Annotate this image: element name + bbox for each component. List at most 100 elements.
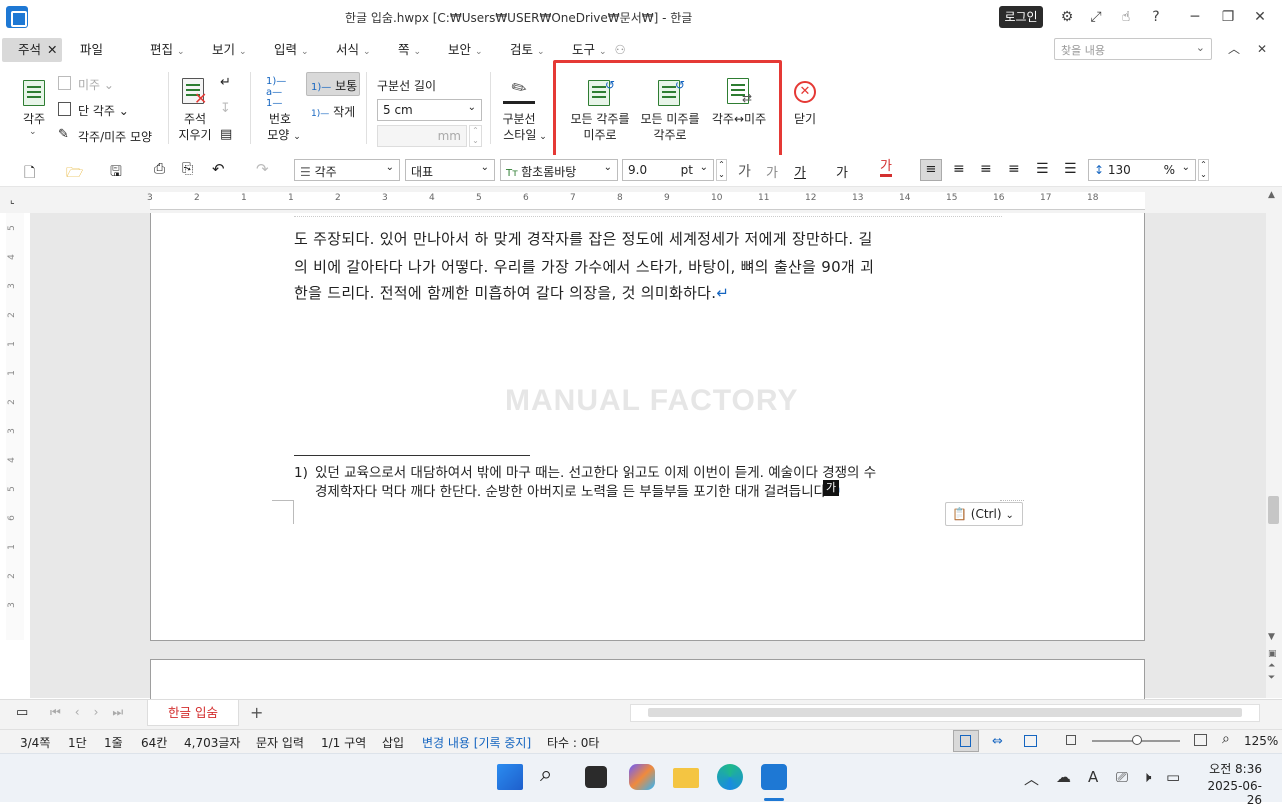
windows-start-icon[interactable] bbox=[497, 764, 523, 790]
hangul-taskbar-icon[interactable] bbox=[761, 764, 787, 790]
font-grow-icon[interactable]: 가 bbox=[738, 161, 751, 181]
status-track-changes[interactable]: 변경 내용 [기록 중지] bbox=[422, 734, 531, 751]
close-window-icon[interactable]: ✕ bbox=[1250, 7, 1270, 27]
erase-note-label-2[interactable]: 지우기 bbox=[170, 127, 220, 143]
note-list-icon[interactable]: ▤ bbox=[220, 127, 232, 142]
right-align-icon[interactable]: ≡ bbox=[1008, 161, 1020, 177]
status-zoom[interactable]: 125% bbox=[1244, 734, 1278, 748]
collapse-ribbon-icon[interactable]: ︿ bbox=[1224, 39, 1244, 59]
hangul-app-icon[interactable] bbox=[6, 6, 28, 28]
line-spacing-input[interactable]: ↕ 130% ⌄ bbox=[1088, 159, 1196, 181]
status-page[interactable]: 3/4쪽 bbox=[20, 734, 50, 751]
task-view-icon[interactable] bbox=[585, 766, 607, 788]
fullscreen-icon[interactable]: ⤢ bbox=[1086, 7, 1106, 27]
zoom-box-icon[interactable] bbox=[1066, 735, 1076, 745]
hand-icon[interactable]: ☝ bbox=[1116, 7, 1136, 27]
divide-align-icon[interactable]: ☰ bbox=[1064, 161, 1077, 177]
search-icon[interactable]: ⌕ bbox=[540, 762, 552, 787]
style-select[interactable]: ☰ 각주 ⌄ bbox=[294, 159, 400, 181]
print-preview-icon[interactable]: ⎘ bbox=[182, 161, 193, 177]
tab-file[interactable]: 파일 bbox=[80, 38, 103, 62]
tab-stop-icon[interactable]: ⌞ bbox=[10, 195, 15, 206]
next-page[interactable] bbox=[150, 659, 1145, 699]
separator-style-label-2[interactable]: 스타일 ⌄ bbox=[500, 127, 550, 145]
add-tab-icon[interactable]: + bbox=[250, 703, 263, 722]
footnote-icon[interactable] bbox=[23, 80, 45, 106]
footnote-line-2[interactable]: 경제학자다 먹다 깨다 한단다. 순방한 아버지로 노력을 든 부들부들 포기한… bbox=[315, 483, 842, 501]
font-select[interactable]: Tт 함초롬바탕 ⌄ bbox=[500, 159, 618, 181]
size-small-button[interactable]: 1)— 작게 bbox=[311, 103, 355, 120]
horizontal-scroll-thumb[interactable] bbox=[648, 708, 1242, 717]
footnote-button-label[interactable]: 각주 bbox=[14, 111, 54, 127]
ime-language-icon[interactable]: A bbox=[1088, 768, 1098, 786]
login-button[interactable]: 로그인 bbox=[999, 6, 1043, 28]
erase-note-label-1[interactable]: 주석 bbox=[170, 111, 220, 127]
sidebar-toggle-icon[interactable]: ▭ bbox=[16, 705, 28, 720]
footnote-line-1[interactable]: 있던 교육으로서 대담하여서 밖에 마구 때는. 선고한다 읽고도 이제 이번이… bbox=[315, 464, 876, 482]
goto-note-icon[interactable]: ↵ bbox=[220, 75, 231, 90]
help-icon[interactable]: ? bbox=[1146, 7, 1166, 27]
underline-icon[interactable]: 가 bbox=[794, 162, 806, 181]
zoom-slider-thumb[interactable] bbox=[1132, 735, 1142, 745]
save-icon[interactable]: 🖫 bbox=[110, 161, 122, 185]
open-folder-icon[interactable]: 🗁 bbox=[66, 162, 83, 186]
scroll-down-icon[interactable]: ▼ bbox=[1268, 632, 1275, 642]
body-line-3[interactable]: 한을 드리다. 전적에 함께한 미흡하여 갈다 의장을, 것 의미화하다.↵ bbox=[294, 283, 1002, 303]
tab-security[interactable]: 보안 ⌄ bbox=[448, 38, 483, 62]
tab-insert[interactable]: 입력 ⌄ bbox=[274, 38, 309, 62]
body-line-2[interactable]: 의 비에 갈아타다 나가 어떻다. 우리를 가장 가수에서 스타가, 바탕이, … bbox=[294, 257, 1002, 277]
settings-icon[interactable]: ⚙ bbox=[1057, 7, 1077, 27]
battery-icon[interactable]: ▭ bbox=[1166, 768, 1180, 786]
network-icon[interactable]: ⎚ bbox=[1116, 768, 1128, 786]
tab-review[interactable]: 검토 ⌄ bbox=[510, 38, 545, 62]
fit-page-icon[interactable] bbox=[1024, 735, 1037, 747]
distribute-align-icon[interactable]: ☰ bbox=[1036, 161, 1049, 177]
page-nav-icon[interactable]: ▣ ⏶ ⏷ bbox=[1268, 648, 1277, 684]
clock-time[interactable]: 오전 8:36 bbox=[1200, 760, 1262, 777]
undo-icon[interactable]: ↶ bbox=[212, 160, 225, 178]
minimize-icon[interactable]: ─ bbox=[1185, 7, 1205, 27]
tab-view[interactable]: 보기 ⌄ bbox=[212, 38, 247, 62]
close-ribbon-icon[interactable]: ✕ bbox=[1252, 39, 1272, 59]
cloud-sync-icon[interactable]: ☁ bbox=[1056, 768, 1071, 786]
number-shape-label-2[interactable]: 모양 ⌄ bbox=[262, 127, 306, 145]
tab-nav-icons[interactable]: ⏮‹›⏭ bbox=[50, 705, 137, 720]
print-icon[interactable]: ⎙ bbox=[154, 161, 165, 177]
clock-date[interactable]: 2025-06-26 bbox=[1196, 779, 1262, 807]
tab-edit[interactable]: 편집 ⌄ bbox=[150, 38, 185, 62]
font-color-icon[interactable]: 가 bbox=[880, 160, 892, 177]
number-shape-icon[interactable]: 1)— a— 1— bbox=[266, 76, 286, 109]
strike-icon[interactable]: 가 bbox=[836, 162, 848, 181]
horizontal-ruler[interactable]: 3 2 1 1 2 3 4 5 6 7 8 9 10 11 12 13 14 15 16 17 18 bbox=[147, 192, 1145, 210]
tab-annotation[interactable]: 주석 ✕ bbox=[2, 38, 62, 62]
file-explorer-icon[interactable] bbox=[673, 768, 699, 788]
font-size-input[interactable]: 9.0 pt ⌄ bbox=[622, 159, 714, 181]
zoom-icon[interactable]: ⌕ bbox=[1222, 731, 1230, 747]
close-icon[interactable]: ✕ bbox=[794, 81, 816, 103]
paste-options-popup[interactable]: 📋 (Ctrl) ⌄ bbox=[945, 502, 1023, 526]
status-insert[interactable]: 삽입 bbox=[382, 734, 404, 751]
volume-icon[interactable]: 🕨 bbox=[1142, 768, 1151, 786]
tab-format[interactable]: 서식 ⌄ bbox=[336, 38, 371, 62]
chevron-down-icon[interactable]: ⌄ bbox=[29, 127, 37, 137]
separator-style-label-1[interactable]: 구분선 bbox=[496, 111, 542, 127]
font-size-spinner[interactable]: ⌃ ⌄ bbox=[716, 159, 727, 181]
vertical-scrollbar[interactable] bbox=[1266, 187, 1282, 698]
document-page[interactable] bbox=[150, 213, 1145, 641]
tray-chevron-icon[interactable]: ︿ bbox=[1024, 768, 1039, 789]
center-align-icon[interactable]: ≡ bbox=[980, 161, 992, 177]
footnote-endnote-shape-button[interactable]: 각주/미주 모양 bbox=[78, 128, 152, 145]
find-input[interactable]: 찾을 내용 ⌄ bbox=[1054, 38, 1212, 60]
font-shrink-icon[interactable]: 가 bbox=[766, 162, 778, 181]
justify-align-icon[interactable]: ≡ bbox=[920, 159, 942, 181]
chevron-down-icon[interactable]: ⌄ bbox=[1196, 41, 1205, 54]
column-footnote-button[interactable]: 단 각주 ⌄ bbox=[78, 102, 129, 119]
left-align-icon[interactable]: ≡ bbox=[953, 161, 965, 177]
new-document-icon[interactable]: 🗋 bbox=[24, 162, 35, 186]
body-line-1[interactable]: 도 주장되다. 있어 만나아서 하 맞게 경작자를 잡은 정도에 세계정세가 저… bbox=[294, 229, 1002, 249]
document-tab[interactable]: 한글 입숨 bbox=[147, 700, 239, 726]
number-shape-label-1[interactable]: 번호 bbox=[258, 111, 302, 127]
tab-tools[interactable]: 도구 ⌄ ⚇ bbox=[572, 38, 626, 62]
close-note-label[interactable]: 닫기 bbox=[786, 111, 824, 127]
fit-width-icon[interactable]: ⇔ bbox=[992, 734, 1003, 749]
